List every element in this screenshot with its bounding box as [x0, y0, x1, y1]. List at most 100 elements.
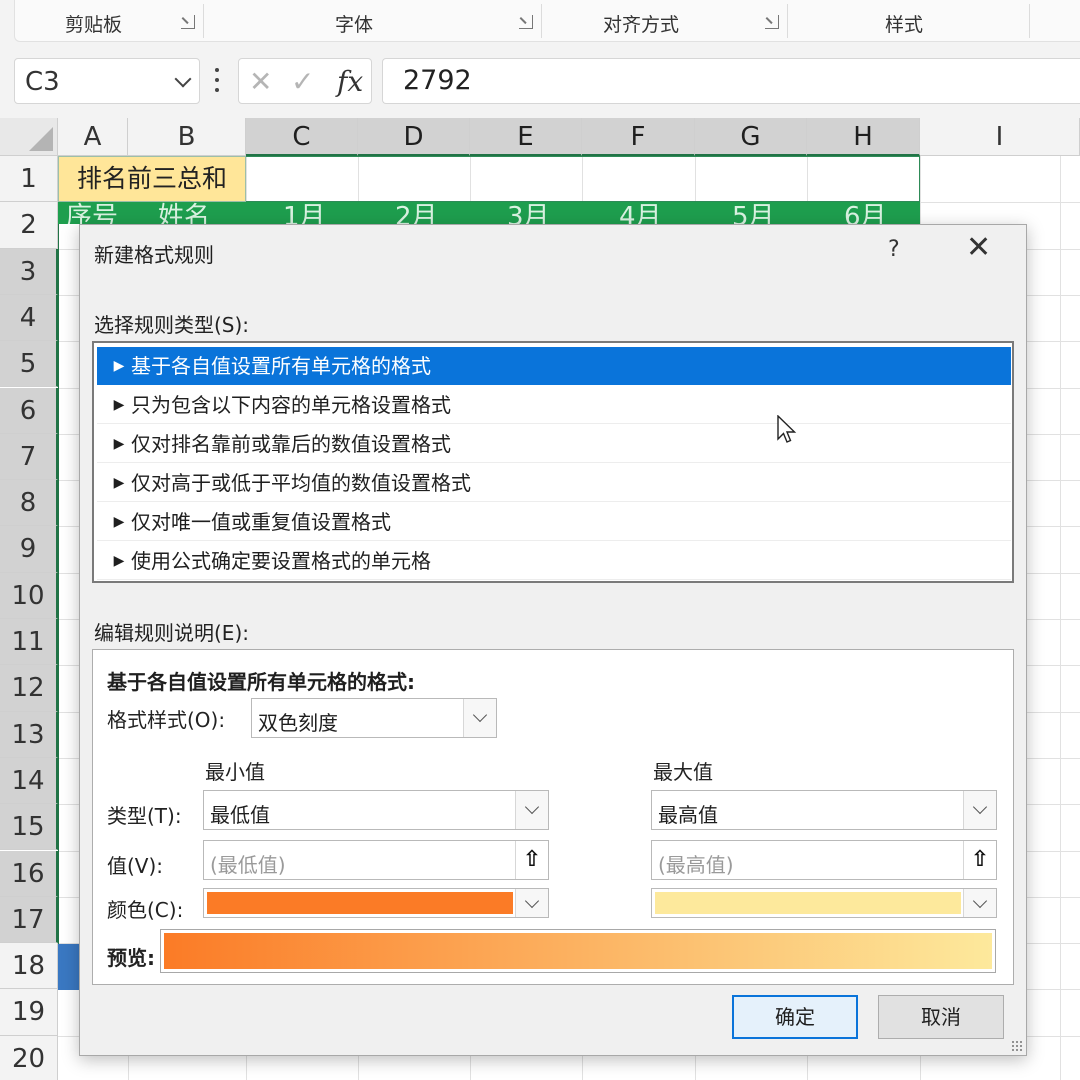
- max-color-picker[interactable]: [651, 888, 997, 918]
- type-label: 类型(T):: [107, 804, 182, 828]
- row-header-13[interactable]: 13: [0, 711, 58, 758]
- max-type-value: 最高值: [658, 803, 718, 827]
- ribbon-group-strip: 剪贴板 字体 对齐方式 样式: [14, 0, 1080, 42]
- column-header-d[interactable]: D: [358, 118, 470, 156]
- group-separator: [541, 4, 542, 38]
- name-box-value: C3: [25, 67, 60, 97]
- column-header-i[interactable]: I: [920, 118, 1080, 156]
- row-header-3[interactable]: 3: [0, 248, 58, 295]
- min-color-picker[interactable]: [203, 888, 549, 918]
- header-row-border: [246, 156, 920, 202]
- column-header-f[interactable]: F: [582, 118, 695, 156]
- row-header-2[interactable]: 2: [0, 202, 58, 249]
- group-label-clipboard: 剪贴板: [65, 14, 123, 36]
- group-separator: [1029, 4, 1030, 38]
- row-header-14[interactable]: 14: [0, 757, 58, 805]
- min-color-swatch: [207, 892, 513, 914]
- clipboard-launcher-icon[interactable]: [181, 15, 195, 29]
- row-header-20[interactable]: 20: [0, 1035, 58, 1080]
- min-value-placeholder: (最低值): [210, 853, 286, 877]
- column-header-e[interactable]: E: [470, 118, 582, 156]
- rule-type-item[interactable]: ▶ 仅对排名靠前或靠后的数值设置格式: [97, 425, 1011, 463]
- rule-type-label-text: 使用公式确定要设置格式的单元格: [131, 549, 431, 573]
- select-all-corner[interactable]: [0, 118, 58, 156]
- cell-divider: [695, 156, 696, 202]
- row-header-17[interactable]: 17: [0, 896, 58, 944]
- row-header-9[interactable]: 9: [0, 526, 58, 573]
- rule-type-item[interactable]: ▶ 只为包含以下内容的单元格设置格式: [97, 386, 1011, 424]
- format-style-select[interactable]: 双色刻度: [251, 698, 497, 738]
- close-icon[interactable]: ✕: [966, 233, 991, 263]
- confirm-edit-icon[interactable]: ✓: [291, 65, 314, 98]
- column-header-c[interactable]: C: [246, 118, 358, 156]
- chevron-down-icon[interactable]: [963, 791, 996, 829]
- header-cell-month: 2月: [395, 202, 438, 224]
- row-header-19[interactable]: 19: [0, 989, 58, 1036]
- header-cell-month: 1月: [283, 202, 326, 224]
- cell-b1-title[interactable]: 排名前三总和: [58, 156, 246, 202]
- help-icon[interactable]: ?: [888, 237, 900, 262]
- resize-grip-icon[interactable]: [1011, 1040, 1023, 1052]
- chevron-down-icon[interactable]: [174, 70, 192, 88]
- max-color-swatch: [655, 892, 961, 914]
- rule-type-label: 选择规则类型(S):: [94, 313, 250, 337]
- min-value-input[interactable]: (最低值) ⇧: [203, 840, 549, 880]
- row-header-1[interactable]: 1: [0, 156, 58, 203]
- header-cell-month: 4月: [619, 202, 662, 224]
- row-header-8[interactable]: 8: [0, 480, 58, 527]
- row-header-15[interactable]: 15: [0, 804, 58, 851]
- row-header-10[interactable]: 10: [0, 572, 58, 619]
- formula-input[interactable]: 2792: [382, 58, 1080, 104]
- row-header-5[interactable]: 5: [0, 341, 58, 388]
- chevron-down-icon[interactable]: [515, 791, 548, 829]
- format-style-value: 双色刻度: [258, 711, 338, 735]
- min-type-select[interactable]: 最低值: [203, 790, 549, 830]
- cell-divider: [582, 156, 583, 202]
- chevron-down-icon[interactable]: [463, 699, 496, 737]
- row-header-18[interactable]: 18: [0, 943, 58, 990]
- gridline: [1060, 156, 1061, 1080]
- row-header-7[interactable]: 7: [0, 433, 58, 481]
- range-picker-icon[interactable]: ⇧: [963, 841, 996, 879]
- gradient-preview-fill: [164, 933, 992, 969]
- max-header: 最大值: [653, 760, 713, 784]
- column-header-h[interactable]: H: [807, 118, 920, 156]
- rule-type-item[interactable]: ▶ 使用公式确定要设置格式的单元格: [97, 542, 1011, 580]
- alignment-launcher-icon[interactable]: [765, 15, 779, 29]
- expand-arrow-icon: ▶: [113, 436, 125, 452]
- rule-type-list[interactable]: ▶ 基于各自值设置所有单元格的格式 ▶ 只为包含以下内容的单元格设置格式 ▶ 仅对排名…: [92, 341, 1014, 583]
- font-launcher-icon[interactable]: [519, 15, 533, 29]
- max-value-input[interactable]: (最高值) ⇧: [651, 840, 997, 880]
- row-header-12[interactable]: 12: [0, 665, 58, 712]
- max-type-select[interactable]: 最高值: [651, 790, 997, 830]
- column-header-a[interactable]: A: [58, 118, 128, 156]
- column-header-b[interactable]: B: [128, 118, 246, 156]
- rule-type-item[interactable]: ▶ 仅对高于或低于平均值的数值设置格式: [97, 464, 1011, 502]
- rule-type-item[interactable]: ▶ 基于各自值设置所有单元格的格式: [97, 347, 1011, 385]
- expand-arrow-icon: ▶: [113, 475, 125, 491]
- header-cell-month: 3月: [507, 202, 550, 224]
- min-header: 最小值: [205, 760, 265, 784]
- ribbon: 剪贴板 字体 对齐方式 样式: [0, 0, 1080, 44]
- column-header-g[interactable]: G: [695, 118, 807, 156]
- row-header-11[interactable]: 11: [0, 619, 58, 666]
- dialog-title: 新建格式规则: [94, 243, 214, 267]
- chevron-down-icon[interactable]: [515, 889, 548, 917]
- row-header-4[interactable]: 4: [0, 294, 58, 342]
- range-picker-icon[interactable]: ⇧: [515, 841, 548, 879]
- rule-type-label-text: 仅对唯一值或重复值设置格式: [131, 510, 391, 534]
- rule-type-item[interactable]: ▶ 仅对唯一值或重复值设置格式: [97, 503, 1011, 541]
- cancel-edit-icon[interactable]: ✕: [249, 65, 272, 98]
- name-box[interactable]: C3: [14, 58, 200, 104]
- cancel-button[interactable]: 取消: [878, 995, 1004, 1039]
- row-header-6[interactable]: 6: [0, 387, 58, 434]
- insert-function-icon[interactable]: fx: [337, 65, 363, 98]
- more-options-icon[interactable]: [214, 68, 220, 94]
- formula-buttons: ✕ ✓ fx: [238, 58, 372, 104]
- row-header-16[interactable]: 16: [0, 850, 58, 897]
- color-label: 颜色(C):: [107, 898, 184, 922]
- ok-button[interactable]: 确定: [732, 995, 858, 1039]
- chevron-down-icon[interactable]: [963, 889, 996, 917]
- mouse-pointer-icon: [777, 415, 797, 443]
- group-separator: [787, 4, 788, 38]
